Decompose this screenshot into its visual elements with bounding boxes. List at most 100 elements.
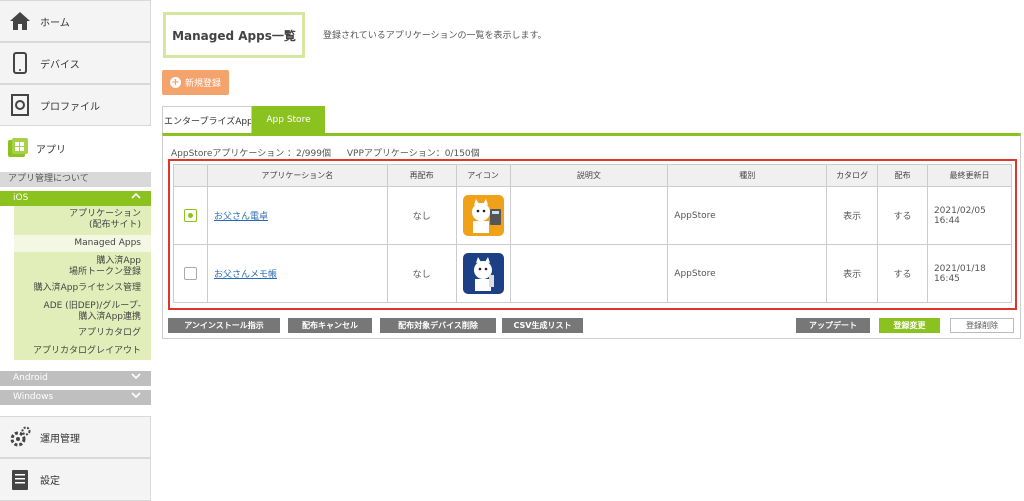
ios-section-toggle[interactable]: iOS <box>0 191 151 206</box>
nav-profile-label: プロファイル <box>40 101 100 113</box>
header-distribute: 配布 <box>877 164 928 187</box>
app-name-link[interactable]: お父さん電卓 <box>214 212 268 222</box>
menu-app-catalog-layout[interactable]: アプリカタログレイアウト <box>33 346 141 357</box>
app-icon-cell <box>455 244 511 303</box>
ios-label: iOS <box>13 193 29 203</box>
main-content: Managed Apps一覧 登録されているアプリケーションの一覧を表示します。… <box>162 0 1024 501</box>
app-table: アプリケーション名 再配布 アイコン 説明文 種別 カタログ 配布 最終更新日 … <box>173 164 1013 303</box>
gears-icon <box>8 425 32 449</box>
description-cell <box>509 186 669 245</box>
app-about-link[interactable]: アプリ管理について <box>0 172 151 187</box>
row-select-cell <box>173 244 208 303</box>
highlight-frame: アプリケーション名 再配布 アイコン 説明文 種別 カタログ 配布 最終更新日 … <box>168 159 1017 310</box>
android-label: Android <box>13 373 48 383</box>
header-last-updated: 最終更新日 <box>926 164 1013 187</box>
nav-app-label: アプリ <box>36 144 66 156</box>
menu-purchased-app-token[interactable]: 購入済App 場所トークン登録 <box>69 256 141 278</box>
distribution-cancel-button[interactable]: 配布キャンセル <box>288 318 372 333</box>
memo-dog-icon <box>462 253 504 294</box>
menu-app-distribution-line1: アプリケーション <box>69 209 141 219</box>
catalog-cell: 表示 <box>826 244 879 303</box>
calculator-dog-icon <box>462 195 504 236</box>
remove-target-devices-button[interactable]: 配布対象デバイス削除 <box>380 318 496 333</box>
vpp-count: VPPアプリケーション：0/150個 <box>346 149 480 159</box>
header-redistribute: 再配布 <box>386 164 457 187</box>
menu-app-distribution[interactable]: アプリケーション (配布サイト) <box>69 209 141 231</box>
tab-app-store[interactable]: App Store <box>252 106 325 133</box>
csv-generate-button[interactable]: CSV生成リスト <box>502 318 583 333</box>
app-name-link[interactable]: お父さんメモ帳 <box>214 270 277 280</box>
ios-menu: アプリケーション (配布サイト) Managed Apps 購入済App 場所ト… <box>14 206 151 360</box>
last-updated-cell: 2021/02/05 16:44 <box>926 186 1013 245</box>
app-name-cell: お父さん電卓 <box>206 186 388 245</box>
uninstall-button[interactable]: アンインストール指示 <box>168 318 280 333</box>
nav-operations-label: 運用管理 <box>40 433 80 445</box>
windows-section-toggle[interactable]: Windows <box>0 390 151 405</box>
catalog-cell: 表示 <box>826 186 879 245</box>
nav-home-label: ホーム <box>40 17 70 29</box>
app-icon <box>8 138 28 158</box>
nav-device[interactable]: デバイス <box>0 42 151 84</box>
nav-profile[interactable]: プロファイル <box>0 84 151 126</box>
header-icon: アイコン <box>455 164 511 187</box>
profile-gear-icon <box>8 93 32 117</box>
header-kind: 種別 <box>667 164 828 187</box>
appstore-count: AppStoreアプリケーション ：2/999個 <box>171 149 331 159</box>
header-description: 説明文 <box>509 164 669 187</box>
nav-app[interactable]: アプリ <box>0 128 151 168</box>
update-button[interactable]: アップデート <box>796 318 870 333</box>
page-description: 登録されているアプリケーションの一覧を表示します。 <box>323 31 547 41</box>
menu-app-catalog[interactable]: アプリカタログ <box>78 328 141 339</box>
last-updated-time: 16:44 <box>933 215 960 226</box>
kind-cell: AppStore <box>667 186 828 245</box>
menu-app-distribution-line2: (配布サイト) <box>88 220 141 230</box>
row-select-cell <box>173 186 208 245</box>
tab-enterprise-app[interactable]: エンタープライズApp <box>162 106 252 133</box>
plus-icon: + <box>169 77 181 88</box>
page-title: Managed Apps一覧 <box>163 12 305 58</box>
document-icon <box>8 468 32 492</box>
kind-cell: AppStore <box>667 244 828 303</box>
sidebar: ホーム デバイス プロファイル アプリ アプリ管理について iOS アプリケーシ… <box>0 0 151 501</box>
row-radio[interactable] <box>183 209 197 222</box>
chevron-down-icon <box>131 390 141 405</box>
nav-operations[interactable]: 運用管理 <box>0 416 151 458</box>
app-counts: AppStoreアプリケーション ：2/999個 VPPアプリケーション：0/1… <box>171 146 493 159</box>
nav-settings-label: 設定 <box>40 476 60 487</box>
chevron-up-icon <box>131 191 141 206</box>
menu-purchased-app-line2: 場所トークン登録 <box>68 267 141 277</box>
row-radio[interactable] <box>183 267 197 280</box>
menu-ade-group[interactable]: ADE (旧DEP)/グループ- 購入済App連携 <box>44 301 141 323</box>
last-updated-time: 16:45 <box>933 273 960 284</box>
home-icon <box>8 9 32 33</box>
table-header-row: アプリケーション名 再配布 アイコン 説明文 種別 カタログ 配布 最終更新日 <box>173 164 1013 187</box>
chevron-down-icon <box>131 371 141 386</box>
menu-ade-line1: ADE (旧DEP)/グループ- <box>43 301 141 311</box>
phone-icon <box>8 51 32 75</box>
nav-home[interactable]: ホーム <box>0 0 151 42</box>
header-catalog: カタログ <box>826 164 879 187</box>
edit-registration-button[interactable]: 登録変更 <box>879 318 940 333</box>
last-updated-date: 2021/02/05 <box>933 205 986 216</box>
header-select <box>173 164 208 187</box>
app-name-cell: お父さんメモ帳 <box>206 244 388 303</box>
menu-purchased-app-line1: 購入済App <box>96 256 141 266</box>
nav-settings[interactable]: 設定 <box>0 458 151 501</box>
new-register-button[interactable]: + 新規登録 <box>162 70 229 95</box>
app-icon-cell <box>455 186 511 245</box>
menu-license[interactable]: 購入済Appライセンス管理 <box>34 283 141 294</box>
last-updated-date: 2021/01/18 <box>933 263 986 274</box>
table-row: お父さんメモ帳 なし AppStore 表示 する 2021/01/18 16:… <box>173 244 1013 303</box>
description-cell <box>509 244 669 303</box>
menu-managed-apps[interactable]: Managed Apps <box>14 235 151 252</box>
distribute-cell: する <box>877 244 928 303</box>
android-section-toggle[interactable]: Android <box>0 371 151 386</box>
nav-device-label: デバイス <box>40 59 80 71</box>
delete-registration-button[interactable]: 登録削除 <box>950 318 1014 333</box>
app-list-panel: AppStoreアプリケーション ：2/999個 VPPアプリケーション：0/1… <box>162 133 1021 339</box>
redistribute-cell: なし <box>386 186 457 245</box>
distribute-cell: する <box>877 186 928 245</box>
redistribute-cell: なし <box>386 244 457 303</box>
new-register-label: 新規登録 <box>184 79 221 89</box>
table-row: お父さん電卓 なし AppStore 表示 する 2021/02/05 16:4… <box>173 186 1013 245</box>
